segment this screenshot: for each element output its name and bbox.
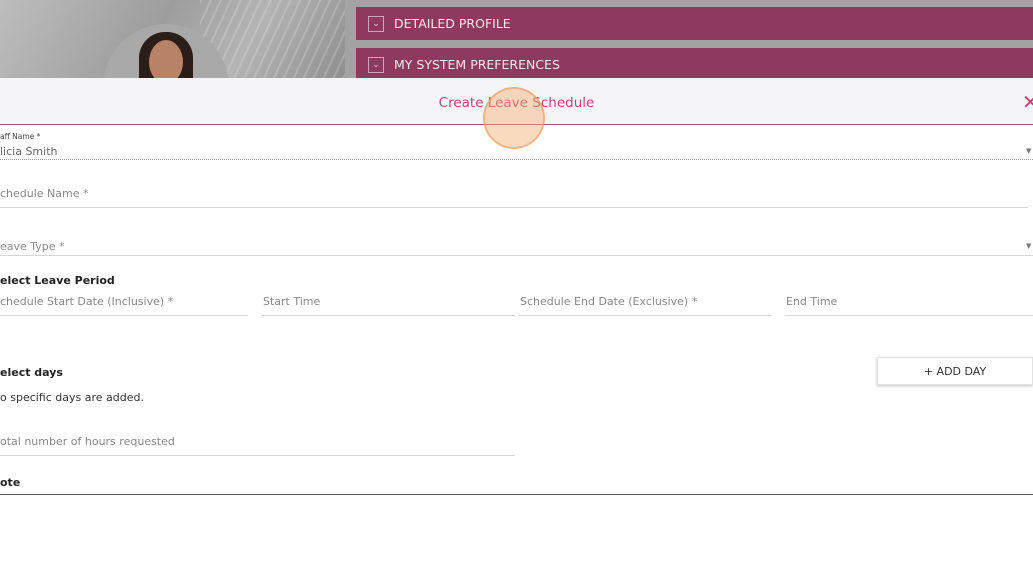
staff-name-underline (0, 159, 1033, 160)
staff-name-select[interactable]: licia Smith (0, 145, 58, 158)
note-input[interactable] (0, 494, 1033, 495)
accordion-detailed-profile[interactable]: ⌄ DETAILED PROFILE (356, 7, 1033, 40)
accordion-label: MY SYSTEM PREFERENCES (394, 57, 560, 72)
end-time-input[interactable]: End Time (786, 295, 837, 308)
dropdown-arrow-icon[interactable]: ▼ (1026, 147, 1031, 155)
total-hours-input[interactable]: otal number of hours requested (0, 435, 175, 448)
background-page: ⌄ DETAILED PROFILE ⌄ MY SYSTEM PREFERENC… (0, 0, 1033, 78)
leave-period-title: elect Leave Period (0, 274, 115, 287)
start-date-input[interactable]: chedule Start Date (Inclusive) * (0, 295, 173, 308)
staff-name-label: aff Name * (0, 132, 41, 141)
select-days-title: elect days (0, 366, 63, 379)
leave-type-underline (0, 255, 1033, 256)
leave-type-select[interactable]: eave Type * (0, 240, 65, 253)
no-days-message: o specific days are added. (0, 391, 144, 404)
chevron-down-icon: ⌄ (368, 15, 384, 32)
schedule-name-input[interactable]: chedule Name * (0, 187, 89, 200)
total-hours-underline (0, 455, 515, 456)
add-day-button[interactable]: + ADD DAY (877, 357, 1033, 385)
accordion-system-preferences[interactable]: ⌄ MY SYSTEM PREFERENCES (356, 48, 1033, 78)
click-indicator (483, 87, 545, 149)
start-date-underline (0, 315, 248, 316)
note-label: ote (0, 476, 21, 489)
avatar-face (149, 40, 183, 78)
create-leave-schedule-dialog: Create Leave Schedule ✕ (0, 78, 1033, 576)
start-time-input[interactable]: Start Time (263, 295, 320, 308)
schedule-name-underline (0, 207, 1028, 208)
end-time-underline (785, 315, 1033, 316)
accordion-label: DETAILED PROFILE (394, 16, 511, 31)
chevron-down-icon: ⌄ (368, 56, 384, 73)
end-date-underline (519, 315, 772, 316)
end-date-input[interactable]: Schedule End Date (Exclusive) * (520, 295, 697, 308)
start-time-underline (262, 315, 515, 316)
close-icon[interactable]: ✕ (1022, 92, 1033, 112)
dropdown-arrow-icon[interactable]: ▼ (1026, 242, 1031, 250)
